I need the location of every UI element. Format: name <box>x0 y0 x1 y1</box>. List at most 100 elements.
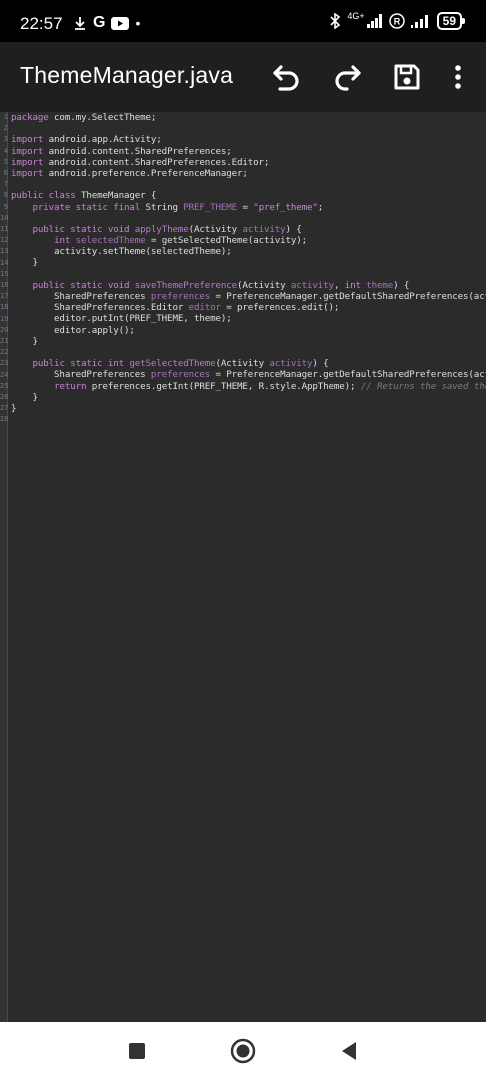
code-token: theme <box>366 279 394 291</box>
line-number: 22 <box>0 348 8 357</box>
code-token: public static int <box>32 358 125 370</box>
code-line[interactable]: } <box>11 336 486 347</box>
code-token: editor.putInt(PREF_THEME, theme); <box>11 313 232 325</box>
code-line[interactable]: import android.preference.PreferenceMana… <box>11 168 486 179</box>
line-number: 11 <box>0 225 8 233</box>
code-line[interactable]: public class ThemeManager { <box>11 190 486 201</box>
line-number: 14 <box>0 258 8 267</box>
code-token: ) { <box>393 279 410 291</box>
code-line[interactable]: public static void saveThemePreference(A… <box>11 280 486 291</box>
code-line[interactable]: private static final String PREF_THEME =… <box>11 202 486 213</box>
google-icon: G <box>93 14 106 31</box>
line-number: 1 <box>3 113 8 121</box>
code-line[interactable]: editor.putInt(PREF_THEME, theme); <box>11 313 486 324</box>
code-token: PREF_THEME <box>183 201 238 213</box>
code-token: (Activity <box>237 279 291 291</box>
code-line[interactable]: editor.apply(); <box>11 325 486 336</box>
status-right-icons: 4G+ R 59 <box>330 11 466 30</box>
code-line[interactable] <box>11 269 486 280</box>
code-token: saveThemePreference <box>134 279 238 291</box>
code-token: = getSelectedTheme(activity); <box>145 235 308 247</box>
code-token: preferences <box>150 369 211 381</box>
code-line[interactable]: import android.app.Activity; <box>11 134 486 145</box>
line-number: 17 <box>0 292 8 301</box>
line-number: 21 <box>0 337 8 345</box>
code-token: editor.apply(); <box>11 324 135 336</box>
code-token: (Activity <box>188 223 243 235</box>
signal-icon-2 <box>410 15 428 28</box>
line-number: 13 <box>0 247 8 256</box>
line-number: 6 <box>3 169 8 177</box>
more-options-button[interactable] <box>441 60 475 94</box>
code-line[interactable]: int selectedTheme = getSelectedTheme(act… <box>11 235 486 246</box>
line-number: 9 <box>3 202 8 211</box>
line-number: 2 <box>3 124 8 133</box>
code-token: ) { <box>285 223 302 235</box>
status-left-icons: G • <box>73 14 140 32</box>
code-token: String <box>140 201 184 213</box>
line-number: 20 <box>0 325 8 334</box>
code-line[interactable]: import android.content.SharedPreferences… <box>11 157 486 168</box>
code-line[interactable]: import android.content.SharedPreferences… <box>11 146 486 157</box>
save-button[interactable] <box>390 60 424 94</box>
recents-button[interactable] <box>122 1036 152 1066</box>
line-number: 4 <box>3 146 8 155</box>
code-line[interactable]: public static int getSelectedTheme(Activ… <box>11 358 486 369</box>
undo-icon <box>273 65 299 91</box>
code-line[interactable] <box>11 213 486 224</box>
back-button[interactable] <box>334 1036 364 1066</box>
line-number: 7 <box>3 180 8 189</box>
code-line[interactable]: } <box>11 257 486 268</box>
line-number: 27 <box>0 404 8 413</box>
code-token: = preferences.edit(); <box>220 302 340 314</box>
code-token: , <box>333 279 345 291</box>
svg-text:R: R <box>393 17 400 27</box>
code-token: android.content.SharedPreferences; <box>43 145 232 157</box>
code-token: getSelectedTheme <box>129 358 216 370</box>
code-token: public static void <box>32 279 130 291</box>
bluetooth-icon <box>330 13 341 29</box>
home-button[interactable] <box>228 1036 258 1066</box>
status-time: 22:57 <box>20 14 63 33</box>
code-token: import <box>11 167 44 179</box>
more-icon <box>455 65 461 89</box>
code-token: preferences.getInt(PREF_THEME, R.style.A… <box>86 380 361 392</box>
code-token: selectedTheme <box>75 235 146 247</box>
line-number: 25 <box>0 381 8 390</box>
code-token: } <box>11 335 39 347</box>
code-token: activity <box>242 223 286 235</box>
line-number: 26 <box>0 393 8 401</box>
code-line[interactable] <box>11 123 486 134</box>
recents-icon <box>129 1043 145 1059</box>
code-line[interactable]: package com.my.SelectTheme; <box>11 112 486 123</box>
code-line[interactable]: SharedPreferences preferences = Preferen… <box>11 291 486 302</box>
code-line[interactable] <box>11 414 486 425</box>
code-line[interactable] <box>11 179 486 190</box>
code-token: public class <box>11 190 76 202</box>
code-area[interactable]: package com.my.SelectTheme; import androi… <box>11 112 486 425</box>
roaming-icon: R <box>388 13 405 29</box>
code-token: activity <box>269 358 313 370</box>
code-token: = PreferenceManager.getDefaultSharedPref… <box>215 369 486 381</box>
code-line[interactable]: } <box>11 403 486 414</box>
code-token: editor <box>188 302 221 314</box>
line-number: 12 <box>0 236 8 245</box>
code-line[interactable]: SharedPreferences preferences = Preferen… <box>11 369 486 380</box>
code-line[interactable]: SharedPreferences.Editor editor = prefer… <box>11 302 486 313</box>
code-line[interactable] <box>11 347 486 358</box>
code-token: preferences <box>150 291 211 302</box>
undo-button[interactable] <box>270 60 304 94</box>
code-editor[interactable]: 1 2 3 4 5 6 7 8 9 10 11 12 13 14 15 16 17 18 19 20 21 22 23 24 2… <box>0 112 486 1022</box>
code-line[interactable]: activity.setTheme(selectedTheme); <box>11 246 486 257</box>
redo-button[interactable] <box>330 60 364 94</box>
code-token: public static void <box>32 223 130 235</box>
code-token: int <box>54 235 71 247</box>
line-number: 16 <box>0 281 8 289</box>
code-line[interactable]: public static void applyTheme(Activity a… <box>11 224 486 235</box>
code-token: ; <box>317 201 324 213</box>
code-line[interactable]: } <box>11 392 486 403</box>
code-line[interactable]: return preferences.getInt(PREF_THEME, R.… <box>11 381 486 392</box>
